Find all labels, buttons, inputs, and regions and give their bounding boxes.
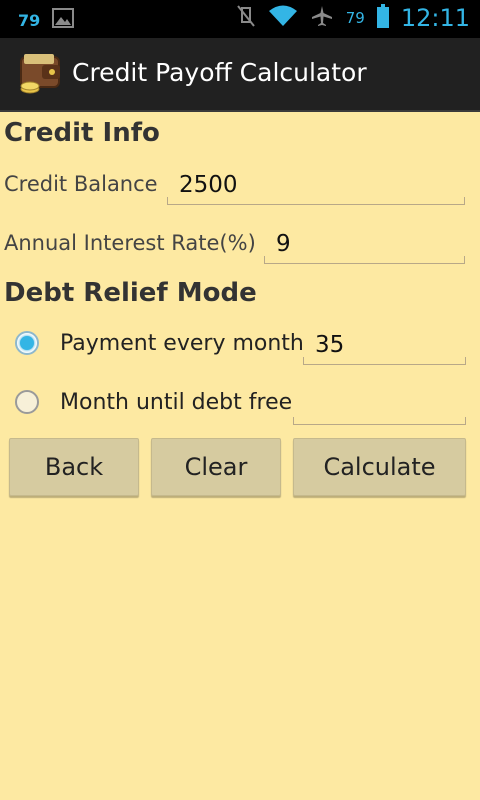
airplane-icon xyxy=(310,4,334,32)
image-icon xyxy=(52,8,75,32)
status-left: 79 xyxy=(18,8,75,32)
status-bar: 79 79 12:11 xyxy=(0,0,480,38)
action-bar: Credit Payoff Calculator xyxy=(0,38,480,112)
wifi-icon xyxy=(268,5,298,31)
battery-level: 79 xyxy=(345,9,365,27)
month-until-debt-free-radio[interactable] xyxy=(15,390,39,414)
months-until-debt-free-input[interactable] xyxy=(293,385,466,425)
app-title: Credit Payoff Calculator xyxy=(72,58,367,87)
notification-count: 79 xyxy=(18,10,41,30)
credit-info-heading: Credit Info xyxy=(4,118,160,148)
credit-balance-label: Credit Balance xyxy=(4,172,158,196)
credit-balance-input[interactable]: 2500 xyxy=(167,165,465,205)
payment-every-month-label: Payment every month xyxy=(60,331,304,356)
status-right: 79 12:11 xyxy=(236,4,470,32)
monthly-payment-input[interactable]: 35 xyxy=(303,325,466,365)
wallet-icon xyxy=(18,51,64,99)
back-button[interactable]: Back xyxy=(9,438,139,496)
interest-rate-input[interactable]: 9 xyxy=(264,224,465,264)
calculate-button[interactable]: Calculate xyxy=(293,438,466,496)
battery-icon xyxy=(376,4,389,32)
debt-relief-heading: Debt Relief Mode xyxy=(4,278,257,308)
mute-icon xyxy=(236,4,256,32)
interest-rate-label: Annual Interest Rate(%) xyxy=(4,231,256,255)
month-until-debt-free-label: Month until debt free xyxy=(60,390,293,415)
payment-every-month-radio[interactable] xyxy=(15,331,39,355)
clear-button[interactable]: Clear xyxy=(151,438,281,496)
clock: 12:11 xyxy=(400,4,470,32)
